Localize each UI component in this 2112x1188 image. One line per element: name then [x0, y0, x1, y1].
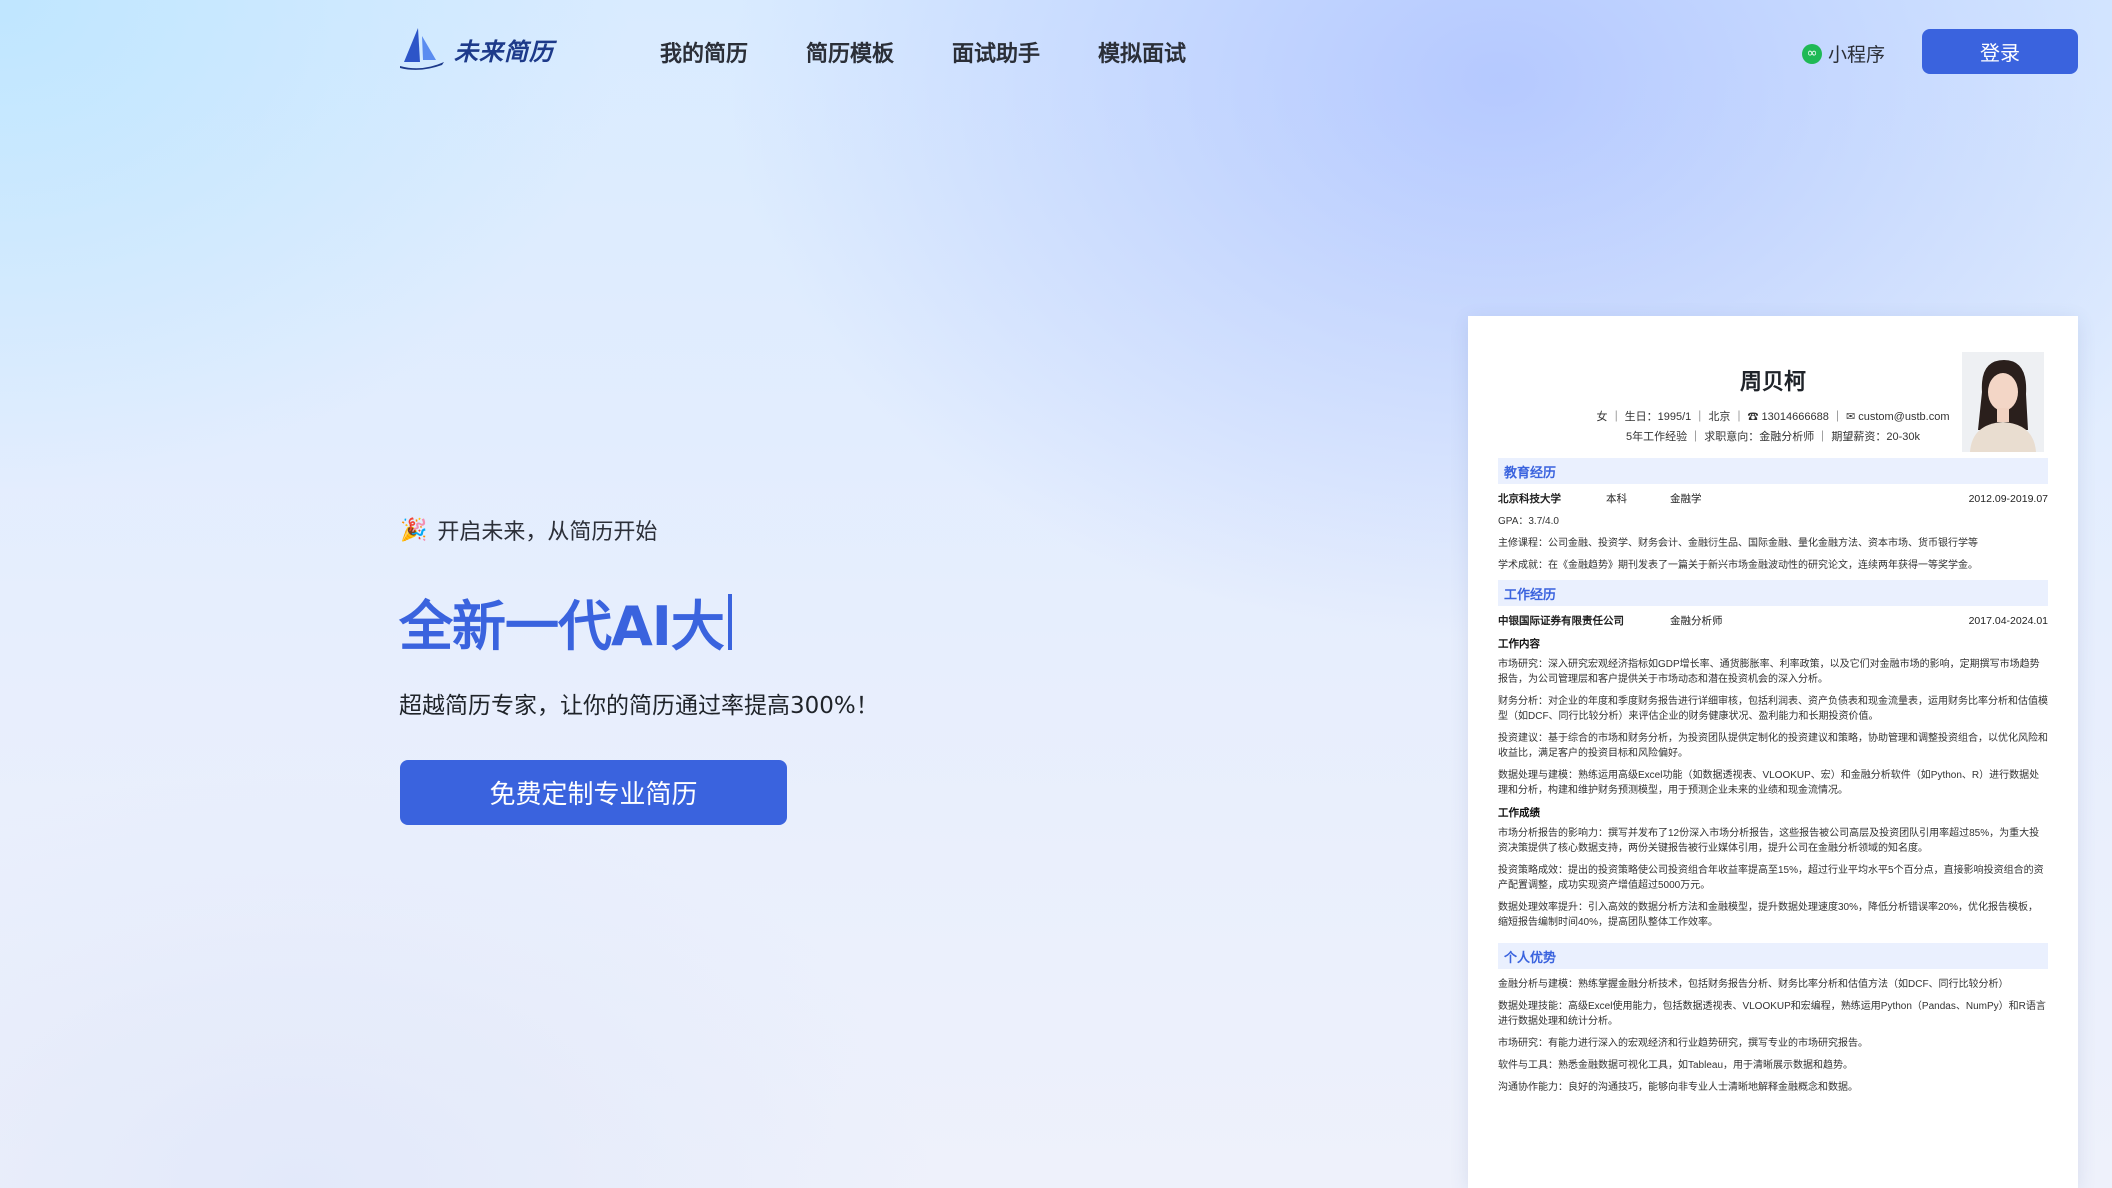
strength-item: 金融分析与建模：熟练掌握金融分析技术，包括财务报告分析、财务比率分析和估值方法（… — [1498, 979, 2009, 990]
work-content-title: 工作内容 — [1498, 638, 1540, 650]
mini-program-label: 小程序 — [1828, 44, 1886, 66]
work-result-item: 市场分析报告的影响力：撰写并发布了12份深入市场分析报告，这些报告被公司高层及投… — [1498, 828, 2040, 854]
work-content-item: 数据处理与建模：熟练运用高级Excel功能（如数据透视表、VLOOKUP、宏）和… — [1498, 770, 2040, 796]
nav-mock-interview[interactable]: 模拟面试 — [1098, 36, 1186, 68]
section-title-work: 工作经历 — [1498, 580, 2048, 606]
work-content-item: 市场研究：深入研究宏观经济指标如GDP增长率、通货膨胀率、利率政策，以及它们对金… — [1498, 659, 2040, 685]
work-row: 中银国际证券有限责任公司 金融分析师 2017.04-2024.01 — [1498, 614, 2048, 628]
resume-body: 教育经历 北京科技大学 本科 金融学 2012.09-2019.07 GPA：3… — [1498, 458, 2048, 1102]
edu-major: 金融学 — [1670, 493, 1702, 505]
typing-cursor — [727, 593, 732, 650]
main-nav: 我的简历 简历模板 面试助手 模拟面试 — [660, 36, 1186, 68]
headline-text: 全新一代AI大 — [399, 595, 725, 658]
mini-program-link[interactable]: ∞ 小程序 — [1802, 40, 1885, 67]
education-row: 北京科技大学 本科 金融学 2012.09-2019.07 — [1498, 492, 2048, 506]
party-popper-icon: 🎉 — [400, 517, 428, 543]
logo-text: 未来简历 — [454, 37, 554, 66]
login-button[interactable]: 登录 — [1922, 29, 2078, 74]
edu-period: 2012.09-2019.07 — [1968, 493, 2048, 505]
work-content-item: 财务分析：对企业的年度和季度财务报告进行详细审核，包括利润表、资产负债表和现金流… — [1498, 696, 2048, 722]
section-title-education: 教育经历 — [1498, 458, 2048, 484]
work-content-item: 投资建议：基于综合的市场和财务分析，为投资团队提供定制化的投资建议和策略，协助管… — [1498, 733, 2048, 759]
strength-item: 数据处理技能：高级Excel使用能力，包括数据透视表、VLOOKUP和宏编程，熟… — [1498, 1001, 2046, 1027]
work-role: 金融分析师 — [1670, 615, 1723, 627]
wechat-miniprogram-icon: ∞ — [1802, 43, 1822, 64]
work-result-title: 工作成绩 — [1498, 807, 1540, 819]
edu-degree: 本科 — [1606, 493, 1627, 505]
resume-avatar-photo — [1962, 352, 2044, 452]
work-result-item: 投资策略成效：提出的投资策略使公司投资组合年收益率提高至15%，超过行业平均水平… — [1498, 865, 2044, 891]
create-resume-button[interactable]: 免费定制专业简历 — [400, 760, 787, 825]
strength-item: 市场研究：有能力进行深入的宏观经济和行业趋势研究，撰写专业的市场研究报告。 — [1498, 1038, 1868, 1049]
site-logo[interactable]: 未来简历 — [398, 26, 554, 72]
edu-school: 北京科技大学 — [1498, 493, 1561, 505]
strength-item: 软件与工具：熟悉金融数据可视化工具，如Tableau，用于清晰展示数据和趋势。 — [1498, 1060, 1854, 1071]
hero-headline: 全新一代AI大 — [399, 582, 732, 661]
resume-preview-card[interactable]: 周贝柯 女 ｜ 生日：1995/1 ｜ 北京 ｜ ☎ 13014666688 ｜… — [1468, 316, 2078, 1188]
nav-my-resume[interactable]: 我的简历 — [660, 36, 748, 68]
top-navbar: 未来简历 我的简历 简历模板 面试助手 模拟面试 ∞ 小程序 登录 — [0, 0, 2112, 104]
work-company: 中银国际证券有限责任公司 — [1498, 615, 1624, 627]
hero-tagline: 🎉 开启未来，从简历开始 — [400, 514, 657, 546]
strength-item: 沟通协作能力：良好的沟通技巧，能够向非专业人士清晰地解释金融概念和数据。 — [1498, 1082, 1858, 1093]
tagline-text: 开启未来，从简历开始 — [437, 520, 658, 545]
edu-courses: 主修课程：公司金融、投资学、财务会计、金融衍生品、国际金融、量化金融方法、资本市… — [1498, 538, 1978, 549]
sailboat-logo-icon — [398, 26, 446, 72]
nav-resume-templates[interactable]: 简历模板 — [806, 36, 894, 68]
work-result-item: 数据处理效率提升：引入高效的数据分析方法和金融模型，提升数据处理速度30%，降低… — [1498, 902, 2039, 928]
work-period: 2017.04-2024.01 — [1968, 615, 2048, 627]
hero-subtitle: 超越简历专家，让你的简历通过率提高300%！ — [399, 693, 879, 719]
edu-gpa: GPA：3.7/4.0 — [1498, 516, 1559, 527]
edu-achievement: 学术成就：在《金融趋势》期刊发表了一篇关于新兴市场金融波动性的研究论文，连续两年… — [1498, 560, 1978, 571]
section-title-strengths: 个人优势 — [1498, 943, 2048, 969]
nav-interview-assistant[interactable]: 面试助手 — [952, 36, 1040, 68]
